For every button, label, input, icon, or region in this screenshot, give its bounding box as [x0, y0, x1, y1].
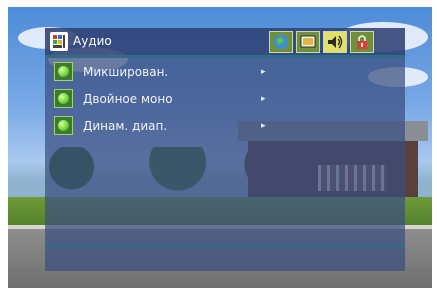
header-divider — [45, 55, 405, 58]
menu-grid-icon — [50, 32, 68, 51]
menu-bullet-icon — [54, 116, 73, 135]
menu-bullet-icon — [54, 62, 73, 81]
lock-icon — [357, 35, 367, 49]
display-icon — [300, 35, 316, 48]
menu-item-dynamic-range[interactable]: Динам. диап. ▸ — [54, 116, 269, 136]
tab-general[interactable] — [269, 31, 293, 53]
menu-item-dual-mono[interactable]: Двойное моно ▸ — [54, 89, 269, 109]
globe-icon — [274, 35, 288, 49]
osd-header: Аудио — [45, 28, 405, 55]
tab-audio[interactable] — [323, 31, 347, 53]
submenu-arrow-icon: ▸ — [261, 121, 266, 131]
tab-lock[interactable] — [350, 31, 374, 53]
speaker-icon — [328, 35, 343, 49]
menu-item-label: Микширован. — [83, 65, 169, 79]
footer-divider — [45, 244, 405, 247]
tab-display[interactable] — [296, 31, 320, 53]
menu-item-label: Двойное моно — [83, 92, 173, 106]
page-title: Аудио — [73, 34, 112, 48]
submenu-arrow-icon: ▸ — [261, 94, 266, 104]
osd-menu-panel: Аудио Микширован. ▸ Двойное моно ▸ Динам… — [45, 28, 405, 271]
submenu-arrow-icon: ▸ — [261, 67, 266, 77]
menu-item-label: Динам. диап. — [83, 119, 168, 133]
menu-item-downmix[interactable]: Микширован. ▸ — [54, 62, 269, 82]
menu-bullet-icon — [54, 89, 73, 108]
